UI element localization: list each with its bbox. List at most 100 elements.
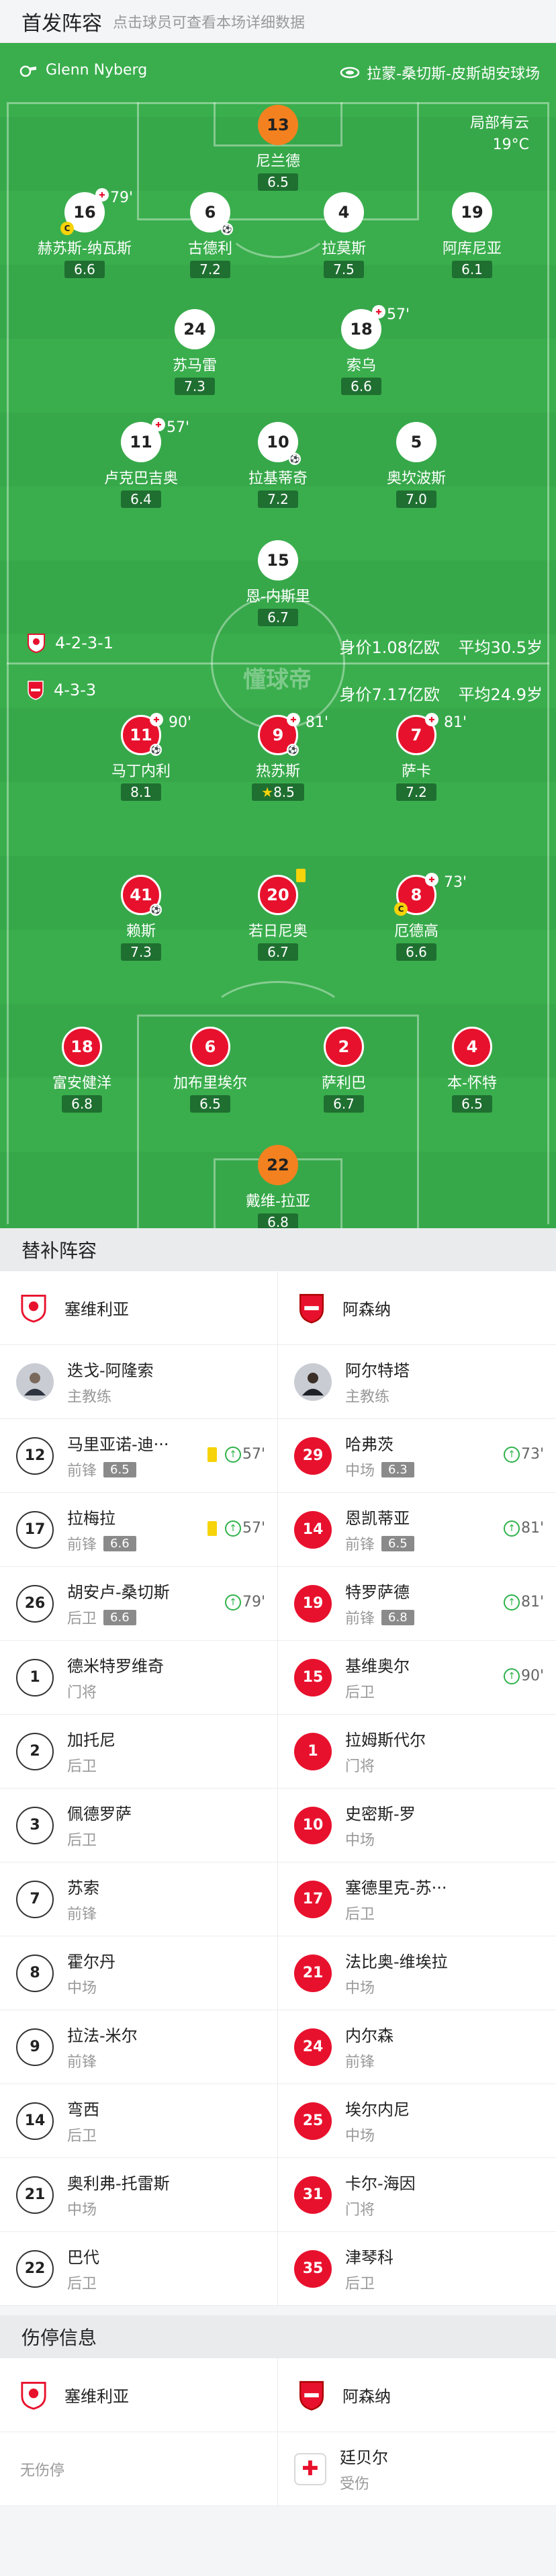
sub-player[interactable]: 25 埃尔内尼 中场 — [278, 2084, 556, 2157]
whistle-icon — [19, 65, 36, 77]
player-name: 恩-内斯里 — [246, 589, 310, 605]
player-position: 前锋 — [67, 1537, 97, 1553]
player-away-rw[interactable]: 7 ✚ 81' 萨卡 7.2 — [349, 713, 483, 801]
player-home-dm[interactable]: 24 苏马雷 7.3 — [128, 309, 262, 395]
sub-player[interactable]: 10 史密斯-罗 中场 — [278, 1789, 556, 1862]
player-home-gk[interactable]: 13 尼兰德 6.5 — [211, 105, 345, 191]
player-away-cm[interactable]: 8 ✚ C 73' 厄德高 6.6 — [349, 873, 483, 961]
player-away-rb[interactable]: 18 富安健洋 6.8 — [15, 1027, 149, 1113]
sub-player[interactable]: 12 马里亚诺-迪··· 前锋 6.5 ↑ 57' — [0, 1419, 278, 1492]
sub-player[interactable]: 3 佩德罗萨后卫 — [0, 1789, 278, 1862]
injured-player-name: 廷贝尔 — [340, 2448, 388, 2467]
player-home-st[interactable]: 15 恩-内斯里 6.7 — [211, 540, 345, 626]
player-number: 24 — [175, 309, 215, 349]
team-name: 塞维利亚 — [64, 2387, 129, 2406]
sub-player[interactable]: 14 弯西 后卫 — [0, 2084, 278, 2157]
player-number: 2 — [16, 1732, 54, 1770]
injuries-away-team[interactable]: 阿森纳 — [278, 2358, 556, 2432]
player-name: 马里亚诺-迪··· — [67, 1435, 169, 1454]
stadium-info: 拉蒙-桑切斯-皮斯胡安球场 — [340, 62, 540, 83]
player-away-gk[interactable]: 22 戴维-拉亚 6.8 — [211, 1145, 345, 1228]
sub-player[interactable]: 21 法比奥-维埃拉 中场 — [278, 1936, 556, 2010]
player-position: 前锋 — [345, 1611, 375, 1627]
player-name: 恩凯蒂亚 — [345, 1509, 410, 1528]
player-away-cb[interactable]: 6 加布里埃尔 6.5 — [143, 1027, 277, 1113]
player-position: 前锋 — [67, 1906, 97, 1923]
player-away-lb[interactable]: 4 本-怀特 6.5 — [405, 1027, 539, 1113]
sub-player[interactable]: 31 卡尔-海因 门将 — [278, 2158, 556, 2231]
goal-ball-icon: ⚽ — [287, 744, 299, 756]
player-number: 8 — [16, 1954, 54, 1992]
player-home-cb[interactable]: 6 ⚽ 古德利 7.2 — [143, 192, 277, 278]
player-name: 富安健洋 — [52, 1075, 111, 1092]
sub-player[interactable]: 22 巴代 后卫 — [0, 2232, 278, 2305]
away-coach[interactable]: 阿尔特塔 主教练 — [278, 1345, 556, 1418]
player-name: 拉莫斯 — [321, 241, 366, 257]
away-team-stats: 身价7.17亿欧 平均24.9岁 — [339, 681, 543, 705]
player-home-lb[interactable]: 19 阿库尼亚 6.1 — [405, 192, 539, 278]
player-home-lw[interactable]: 5 奥坎波斯 7.0 — [349, 422, 483, 508]
sub-player[interactable]: 17 塞德里克-苏··· 后卫 — [278, 1862, 556, 1936]
player-home-rw[interactable]: 11 ✚ 57' 卢克巴吉奥 6.4 — [74, 418, 208, 508]
stadium-name: 拉蒙-桑切斯-皮斯胡安球场 — [367, 66, 540, 83]
player-home-rb[interactable]: 16 ✚ C 79' 赫苏斯-纳瓦斯 6.6 — [17, 188, 152, 278]
subs-coach-row: 迭戈-阿隆索 主教练 阿尔特塔 主教练 — [0, 1345, 556, 1419]
sub-player[interactable]: 26 胡安卢-桑切斯 后卫 6.6 ↑ 79' — [0, 1567, 278, 1640]
home-average-age: 平均30.5岁 — [458, 638, 543, 657]
player-number: 22 — [258, 1145, 298, 1185]
sub-in-event: ↑ 57' — [207, 1520, 265, 1537]
sub-player[interactable]: 19 特罗萨德 前锋 6.8 ↑ 81' — [278, 1567, 556, 1640]
player-number: 15 — [294, 1658, 332, 1697]
player-rating: 7.3 — [121, 943, 161, 961]
player-number: 19 — [452, 192, 492, 232]
stadium-icon — [340, 67, 360, 79]
player-rating: 6.7 — [258, 609, 298, 626]
sub-player[interactable]: 1 德米特罗维奇 门将 — [0, 1641, 278, 1714]
player-rating: 6.6 — [341, 378, 381, 395]
player-away-st[interactable]: 9 ✚ ⚽ 81' 热苏斯 ★8.5 — [211, 713, 345, 801]
player-rating: 6.5 — [381, 1535, 414, 1551]
subs-row: 9 拉法-米尔 前锋 24 内尔森 前锋 — [0, 2010, 556, 2084]
player-name: 拉姆斯代尔 — [345, 1731, 426, 1750]
player-away-dm[interactable]: 20 若日尼奥 6.7 — [211, 869, 345, 961]
subs-away-team[interactable]: 阿森纳 — [278, 1271, 556, 1344]
player-name: 佩德罗萨 — [67, 1805, 132, 1823]
yellow-card-icon — [207, 1447, 217, 1462]
player-number: 31 — [294, 2176, 332, 2214]
team-name: 阿森纳 — [342, 1300, 391, 1319]
sub-player[interactable]: 21 奥利弗-托雷斯 中场 — [0, 2158, 278, 2231]
sub-player[interactable]: 1 拉姆斯代尔 门将 — [278, 1715, 556, 1788]
sub-player[interactable]: 2 加托尼 后卫 — [0, 1715, 278, 1788]
player-position: 后卫 — [345, 2276, 375, 2292]
injuries-home-team[interactable]: 塞维利亚 — [0, 2358, 278, 2432]
player-name: 苏马雷 — [172, 357, 217, 374]
player-position: 后卫 — [67, 1832, 97, 1849]
player-away-cb[interactable]: 2 萨利巴 6.7 — [277, 1027, 411, 1113]
player-rating: 6.8 — [62, 1095, 102, 1113]
sub-player[interactable]: 24 内尔森 前锋 — [278, 2010, 556, 2084]
player-home-cb[interactable]: 4 拉莫斯 7.5 — [277, 192, 411, 278]
player-away-lw[interactable]: 11 ✚ ⚽ 90' 马丁内利 8.1 — [74, 713, 208, 801]
subs-row: 1 德米特罗维奇 门将 15 基维奥尔 后卫 ↑ 90' — [0, 1641, 556, 1715]
player-number: 3 — [16, 1806, 54, 1844]
lineup-hint: 点击球员可查看本场详细数据 — [113, 14, 306, 32]
player-home-dm[interactable]: 18 ✚ 57' 索乌 6.6 — [294, 305, 428, 395]
sub-player[interactable]: 8 霍尔丹 中场 — [0, 1936, 278, 2010]
coach-role: 主教练 — [345, 1389, 390, 1406]
sub-player[interactable]: 15 基维奥尔 后卫 ↑ 90' — [278, 1641, 556, 1714]
sub-in-time: 57' — [242, 1520, 265, 1537]
injured-player[interactable]: ✚ 廷贝尔 受伤 — [278, 2432, 556, 2505]
coach-role: 主教练 — [67, 1389, 112, 1406]
sub-player[interactable]: 9 拉法-米尔 前锋 — [0, 2010, 278, 2084]
player-name: 古德利 — [187, 241, 232, 257]
player-number: 22 — [16, 2249, 54, 2288]
subs-home-team[interactable]: 塞维利亚 — [0, 1271, 278, 1344]
sub-player[interactable]: 29 哈弗茨 中场 6.3 ↑ 73' — [278, 1419, 556, 1492]
sub-player[interactable]: 7 苏索 前锋 — [0, 1862, 278, 1936]
player-home-am[interactable]: 10 ⚽ 拉基蒂奇 7.2 — [211, 422, 345, 508]
sub-player[interactable]: 14 恩凯蒂亚 前锋 6.5 ↑ 81' — [278, 1493, 556, 1566]
sub-player[interactable]: 17 拉梅拉 前锋 6.6 ↑ 57' — [0, 1493, 278, 1566]
home-coach[interactable]: 迭戈-阿隆索 主教练 — [0, 1345, 278, 1418]
player-away-cm[interactable]: 41 ⚽ 赖斯 7.3 — [74, 875, 208, 961]
sub-player[interactable]: 35 津琴科 后卫 — [278, 2232, 556, 2305]
